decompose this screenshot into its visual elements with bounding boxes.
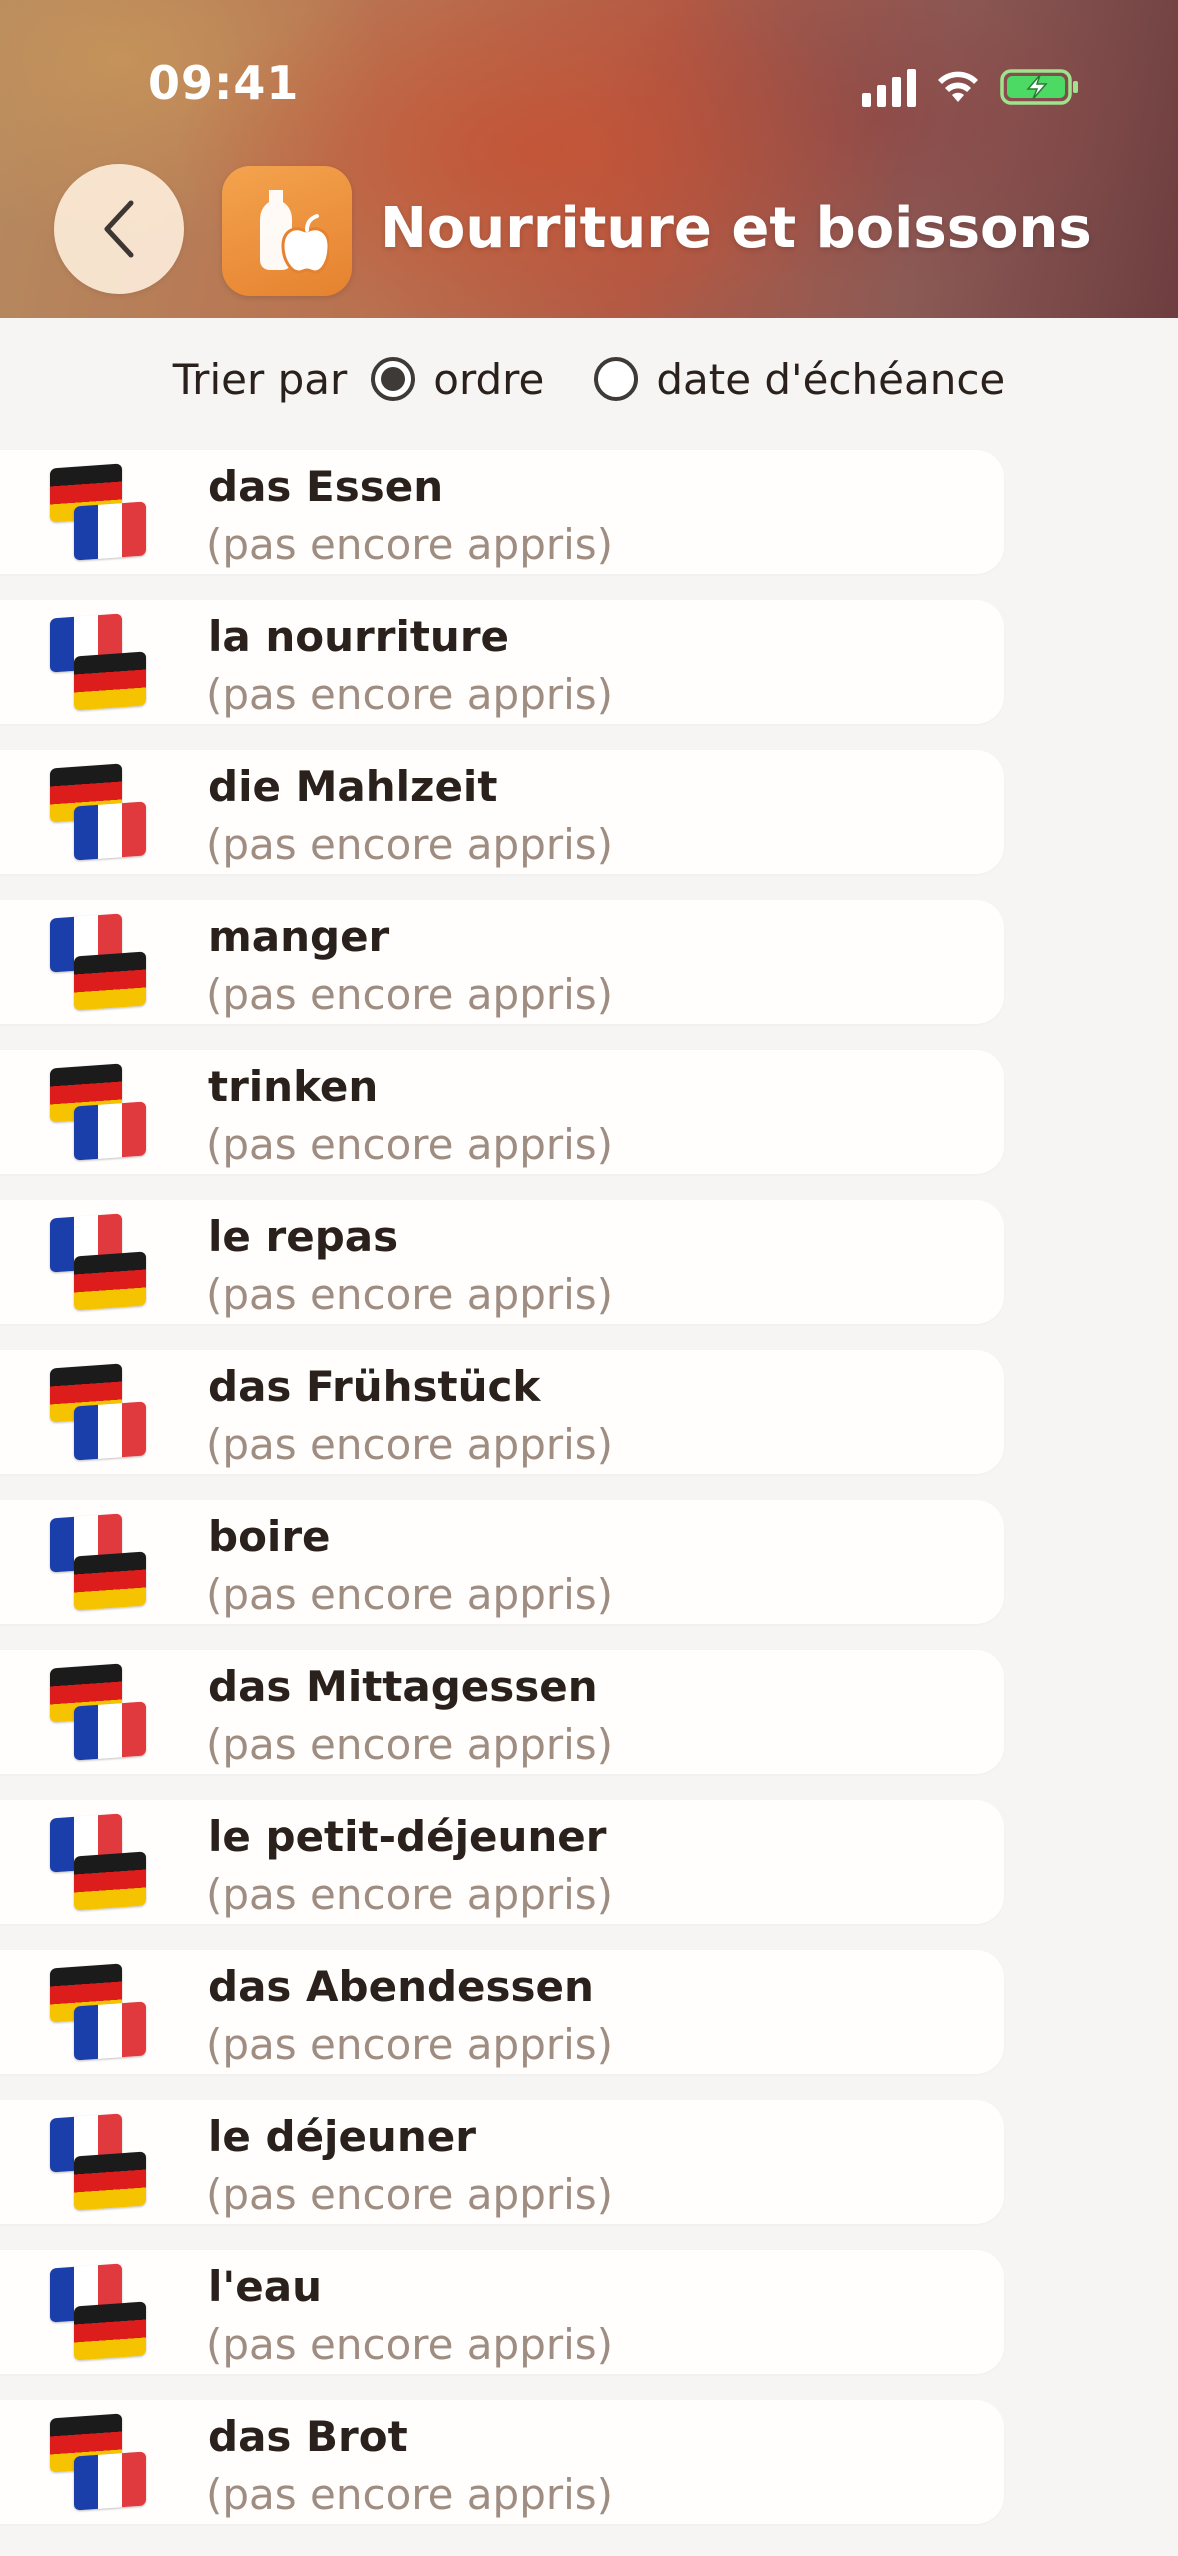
list-item[interactable]: das Brot (pas encore appris) [0, 2400, 1004, 2524]
item-status: (pas encore appris) [206, 670, 614, 719]
page-title: Nourriture et boissons [380, 196, 1092, 261]
language-flags-icon [50, 2263, 160, 2366]
item-word: das Brot [208, 2412, 408, 2461]
sort-option-due-date-label: date d'échéance [656, 354, 1006, 404]
language-flags-icon [50, 913, 160, 1016]
france-flag-icon [74, 801, 146, 861]
item-status: (pas encore appris) [206, 2020, 614, 2069]
sort-option-due-date[interactable]: date d'échéance [594, 355, 1005, 404]
france-flag-icon [74, 2001, 146, 2061]
cellular-signal-icon [862, 67, 916, 107]
language-flags-icon [50, 1963, 160, 2066]
germany-flag-icon [74, 1551, 146, 1611]
item-word: das Abendessen [208, 1962, 594, 2011]
item-word: le petit-déjeuner [208, 1812, 607, 1861]
germany-flag-icon [74, 951, 146, 1011]
item-word: le repas [208, 1212, 399, 1261]
item-word: das Mittagessen [208, 1662, 598, 1711]
list-item[interactable]: le déjeuner (pas encore appris) [0, 2100, 1004, 2224]
france-flag-icon [74, 1701, 146, 1761]
france-flag-icon [74, 2451, 146, 2511]
list-item[interactable]: boire (pas encore appris) [0, 1500, 1004, 1624]
item-status: (pas encore appris) [206, 970, 614, 1019]
item-status: (pas encore appris) [206, 2320, 614, 2369]
germany-flag-icon [74, 2301, 146, 2361]
wifi-icon [938, 71, 978, 102]
item-word: manger [208, 912, 390, 961]
item-status: (pas encore appris) [206, 1120, 614, 1169]
language-flags-icon [50, 613, 160, 716]
food-drink-icon [260, 190, 329, 274]
item-word: die Mahlzeit [208, 762, 498, 811]
language-flags-icon [50, 763, 160, 866]
list-item[interactable]: die Mahlzeit (pas encore appris) [0, 750, 1004, 874]
item-word: l'eau [208, 2262, 322, 2311]
sort-label: Trier par [172, 354, 348, 404]
item-status: (pas encore appris) [206, 1870, 614, 1919]
language-flags-icon [50, 1213, 160, 1316]
item-status: (pas encore appris) [206, 520, 614, 569]
item-word: das Essen [208, 462, 444, 511]
germany-flag-icon [74, 1851, 146, 1911]
list-item[interactable]: das Mittagessen (pas encore appris) [0, 1650, 1004, 1774]
list-item[interactable]: manger (pas encore appris) [0, 900, 1004, 1024]
language-flags-icon [50, 2413, 160, 2516]
sort-option-order-label: ordre [433, 354, 545, 404]
item-word: le déjeuner [208, 2112, 476, 2161]
item-status: (pas encore appris) [206, 2470, 614, 2519]
item-word: la nourriture [208, 612, 510, 661]
list-item[interactable]: la nourriture (pas encore appris) [0, 600, 1004, 724]
sort-bar: Trier par ordre date d'échéance [0, 318, 1178, 440]
language-flags-icon [50, 2113, 160, 2216]
list-item[interactable]: das Abendessen (pas encore appris) [0, 1950, 1004, 2074]
sort-option-order[interactable]: ordre [371, 355, 544, 404]
france-flag-icon [74, 1101, 146, 1161]
status-time: 09:41 [148, 56, 300, 110]
list-item[interactable]: trinken (pas encore appris) [0, 1050, 1004, 1174]
language-flags-icon [50, 1663, 160, 1766]
germany-flag-icon [74, 2151, 146, 2211]
status-icons [862, 62, 1080, 112]
battery-charging-icon [1000, 69, 1078, 105]
item-word: das Frühstück [208, 1362, 541, 1411]
germany-flag-icon [74, 651, 146, 711]
item-status: (pas encore appris) [206, 1270, 614, 1319]
item-status: (pas encore appris) [206, 1420, 614, 1469]
language-flags-icon [50, 1363, 160, 1466]
item-status: (pas encore appris) [206, 2170, 614, 2219]
germany-flag-icon [74, 1251, 146, 1311]
radio-selected-icon[interactable] [371, 357, 416, 401]
list-item[interactable]: l'eau (pas encore appris) [0, 2250, 1004, 2374]
language-flags-icon [50, 463, 160, 566]
chevron-left-icon [104, 200, 134, 258]
food-drink-category-icon [222, 166, 352, 296]
radio-unselected-icon[interactable] [594, 357, 639, 401]
item-word: boire [208, 1512, 331, 1561]
language-flags-icon [50, 1063, 160, 1166]
item-status: (pas encore appris) [206, 820, 614, 869]
language-flags-icon [50, 1813, 160, 1916]
item-status: (pas encore appris) [206, 1570, 614, 1619]
list-item[interactable]: das Essen (pas encore appris) [0, 450, 1004, 574]
language-flags-icon [50, 1513, 160, 1616]
item-status: (pas encore appris) [206, 1720, 614, 1769]
list-item[interactable]: le petit-déjeuner (pas encore appris) [0, 1800, 1004, 1924]
back-button[interactable] [54, 164, 184, 294]
header: 09:41 Nourriture et boissons [0, 0, 1178, 318]
item-word: trinken [208, 1062, 379, 1111]
list-item[interactable]: le repas (pas encore appris) [0, 1200, 1004, 1324]
france-flag-icon [74, 501, 146, 561]
france-flag-icon [74, 1401, 146, 1461]
list-item[interactable]: das Frühstück (pas encore appris) [0, 1350, 1004, 1474]
